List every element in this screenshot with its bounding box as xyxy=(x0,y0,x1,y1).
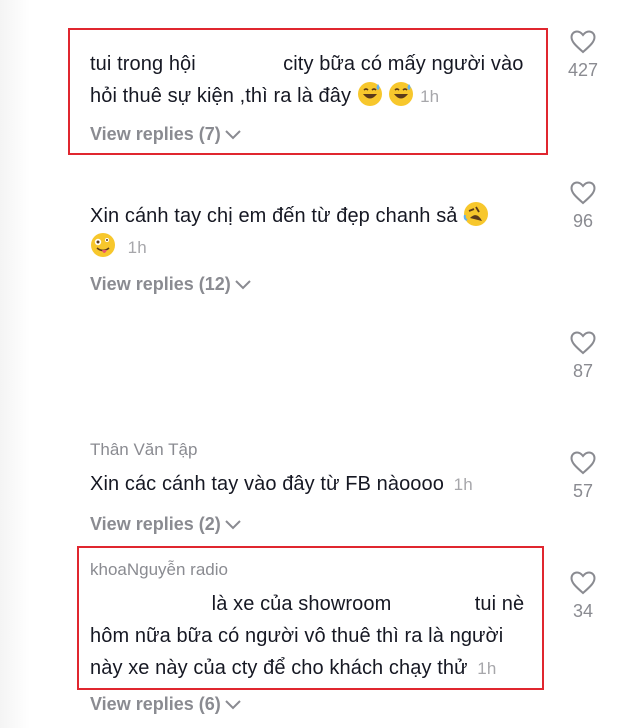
heart-icon xyxy=(570,181,596,205)
heart-icon xyxy=(570,451,596,475)
view-replies-label: View replies (6) xyxy=(90,694,221,714)
like-count: 427 xyxy=(567,60,599,80)
heart-icon xyxy=(570,331,596,355)
comment-text-part: tui trong hội xyxy=(90,53,196,75)
left-edge-shade xyxy=(0,0,30,728)
comment-username[interactable]: Thân Văn Tập xyxy=(90,440,197,460)
zany-face-emoji-icon xyxy=(91,233,115,257)
comment-text-part: Xin các cánh tay vào đây từ FB nàoooo xyxy=(90,473,444,495)
heart-icon xyxy=(570,30,596,54)
view-replies-label: View replies (12) xyxy=(90,274,231,294)
comment-timestamp: 1h xyxy=(420,87,440,106)
comment-text-part: city bữa có mấy người vào xyxy=(283,53,524,75)
like-button[interactable]: 87 xyxy=(553,331,613,382)
like-button[interactable]: 57 xyxy=(553,451,613,502)
comment-text-part: là xe của showroom xyxy=(211,593,392,615)
comment-text-line: hỏi thuê sự kiện ,thì ra là đây 1h xyxy=(90,80,523,113)
chevron-down-icon xyxy=(225,519,241,529)
like-button[interactable]: 96 xyxy=(553,181,613,232)
view-replies-label: View replies (7) xyxy=(90,124,221,144)
heart-icon xyxy=(570,571,596,595)
view-replies-button[interactable]: View replies (12) xyxy=(90,274,251,295)
chevron-down-icon xyxy=(225,699,241,709)
comment-text-line: 1h xyxy=(90,231,489,264)
comment-username[interactable]: khoaNguyễn radio xyxy=(90,560,228,580)
comment-item: Xin cánh tay chị em đến từ đẹp chanh sả … xyxy=(90,200,489,264)
chevron-down-icon xyxy=(235,279,251,289)
like-count: 96 xyxy=(572,211,594,231)
comment-item: tui trong hội city bữa có mấy người vào … xyxy=(90,48,523,113)
like-count: 34 xyxy=(572,601,594,621)
comment-text-line: này xe này của cty để cho khách chạy thử… xyxy=(90,652,524,685)
comment-text-line: là xe của showroom tui nè xyxy=(90,588,524,620)
comment-text-line: Xin các cánh tay vào đây từ FB nàoooo 1h xyxy=(90,468,473,501)
comment-timestamp: 1h xyxy=(127,238,147,257)
view-replies-button[interactable]: View replies (6) xyxy=(90,694,241,715)
view-replies-button[interactable]: View replies (7) xyxy=(90,124,241,145)
chevron-down-icon xyxy=(225,129,241,139)
grinning-sweat-emoji-icon xyxy=(389,82,414,106)
comment-item: là xe của showroom tui nè hôm nữa bữa có… xyxy=(90,588,524,685)
like-button[interactable]: 34 xyxy=(553,571,613,622)
like-count: 57 xyxy=(572,481,594,501)
rofl-emoji-icon xyxy=(463,202,489,226)
comment-timestamp: 1h xyxy=(477,659,497,678)
view-replies-label: View replies (2) xyxy=(90,514,221,534)
grinning-sweat-emoji-icon xyxy=(357,82,382,106)
comment-text-part: hỏi thuê sự kiện ,thì ra là đây xyxy=(90,85,352,107)
comment-text: tui trong hội city bữa có mấy người vào xyxy=(90,48,523,80)
comment-timestamp: 1h xyxy=(453,475,473,494)
like-count: 87 xyxy=(572,361,594,381)
comment-text-part: tui nè xyxy=(474,593,525,615)
comment-text-part: này xe này của cty để cho khách chạy thử xyxy=(90,657,468,679)
comment-text-line: Xin cánh tay chị em đến từ đẹp chanh sả xyxy=(90,200,489,232)
comment-text-line: hôm nữa bữa có người vô thuê thì ra là n… xyxy=(90,625,504,647)
comment-text-part: Xin cánh tay chị em đến từ đẹp chanh sả xyxy=(90,205,458,227)
like-button[interactable]: 427 xyxy=(553,30,613,81)
view-replies-button[interactable]: View replies (2) xyxy=(90,514,241,535)
